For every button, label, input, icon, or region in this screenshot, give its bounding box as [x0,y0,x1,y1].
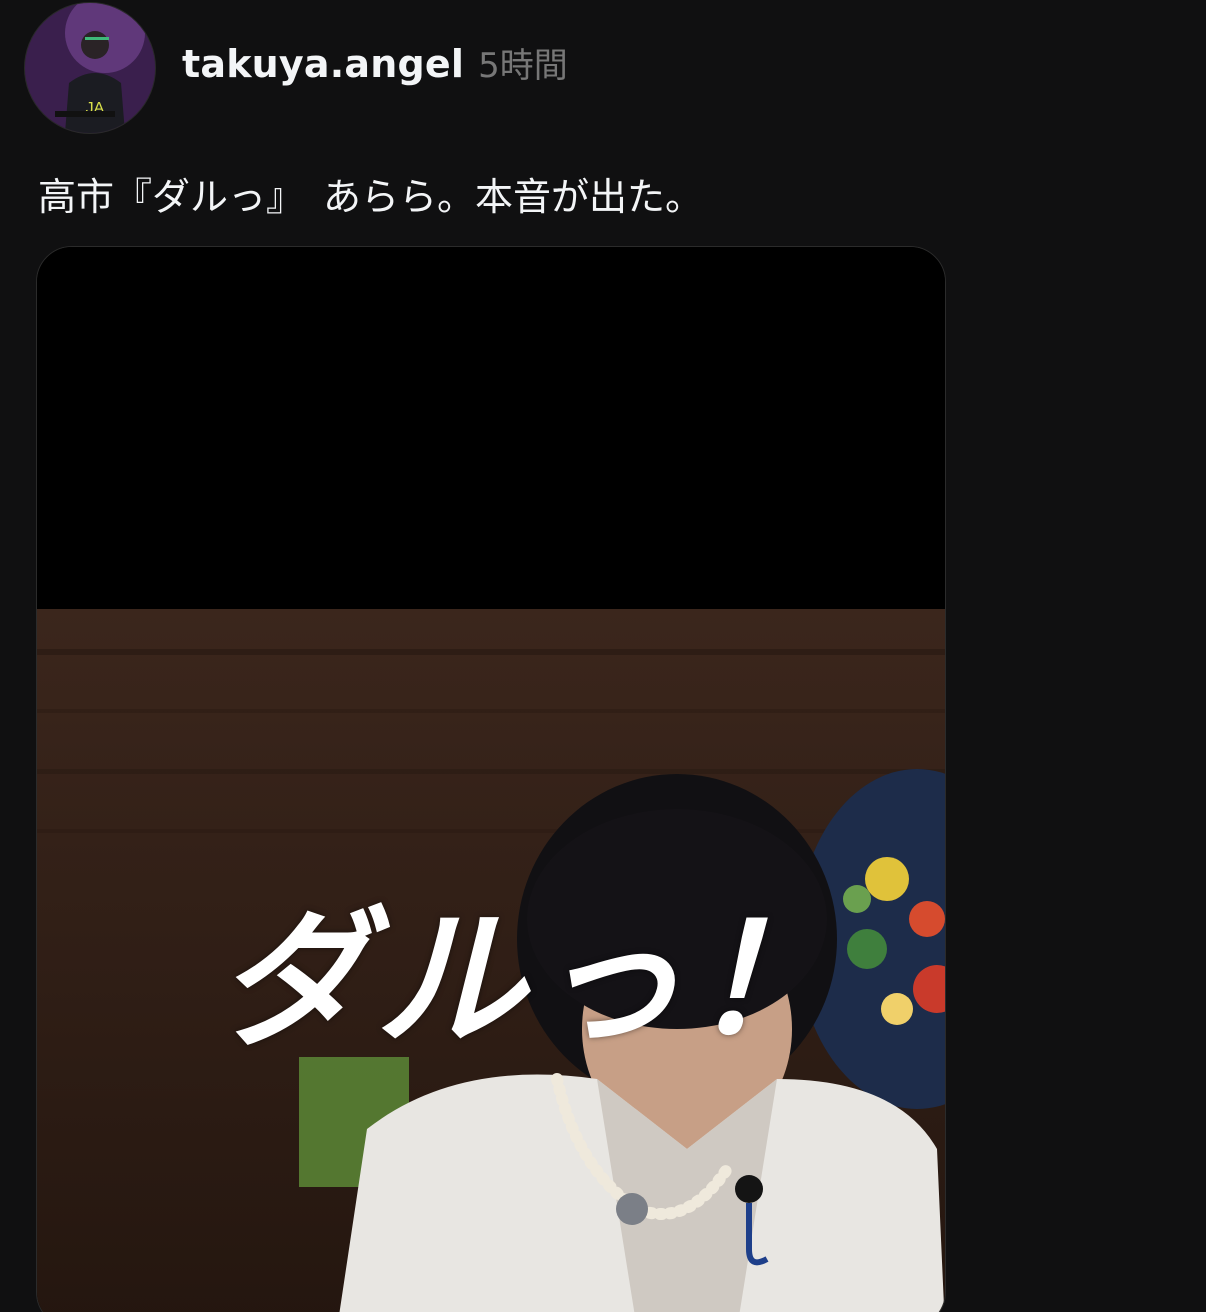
post-container: JA takuya.angel 5時間 高市『ダルっ』 あらら。本音が出た。 ダ… [0,0,1206,1312]
video-overlay-caption: ダルっ！ [217,892,850,1068]
post-header: takuya.angel 5時間 [182,38,568,88]
user-avatar[interactable]: JA [24,2,156,134]
video-frame[interactable]: ダルっ！ [37,609,945,1312]
media-letterbox [37,247,945,609]
post-caption: 高市『ダルっ』 あらら。本音が出た。 [38,175,704,219]
post-timestamp[interactable]: 5時間 [478,38,568,87]
post-media[interactable]: ダルっ！ [36,246,946,1312]
avatar-image-icon: JA [25,3,155,133]
username-link[interactable]: takuya.angel [182,42,464,86]
